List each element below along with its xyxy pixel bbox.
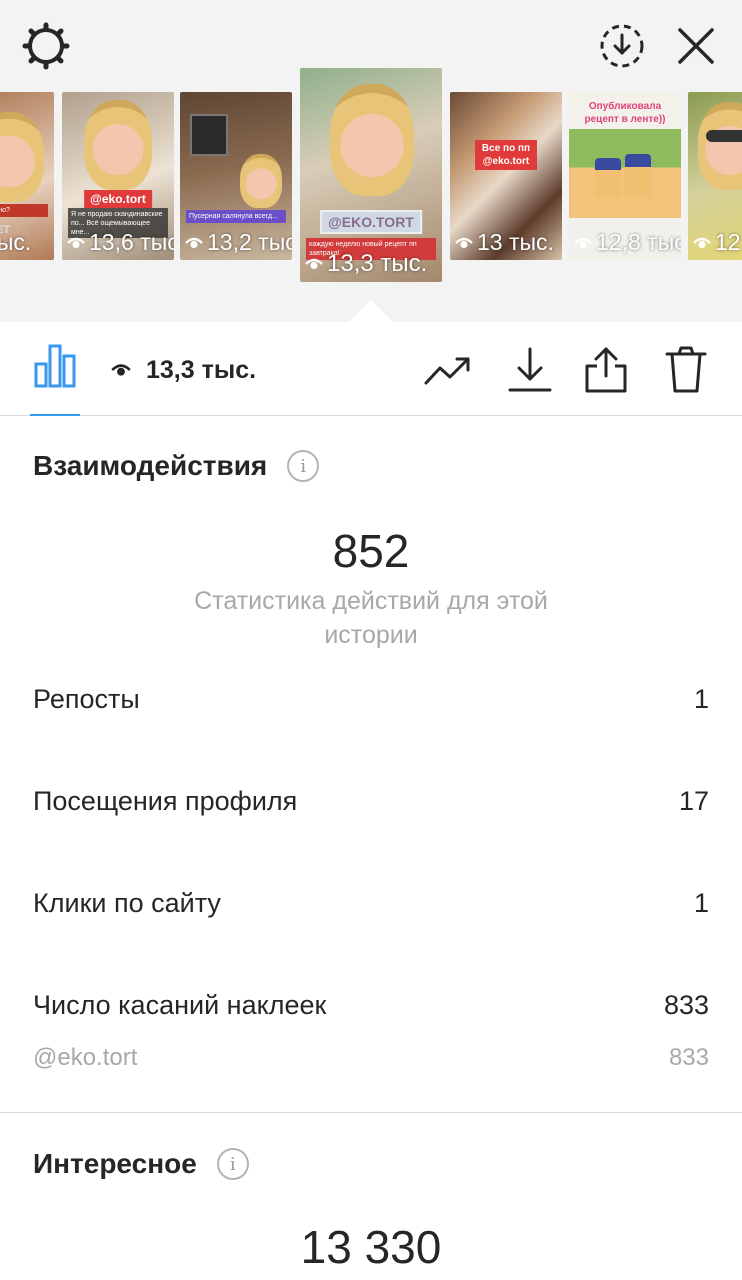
discovery-total: 13 330 xyxy=(300,1221,442,1273)
story-thumbnail[interactable]: Пусерная салянула всегд... 13,2 тыс. xyxy=(180,92,292,260)
save-story-icon[interactable] xyxy=(596,20,648,72)
stat-value: 1 xyxy=(693,888,709,918)
promote-icon xyxy=(424,357,470,385)
story-tag: @eko.tort xyxy=(84,190,152,208)
stat-label: Клики по сайту xyxy=(33,888,221,918)
interactions-caption: Статистика действий для этой истории xyxy=(194,587,548,649)
selected-story-pointer xyxy=(349,300,393,322)
insights-icon xyxy=(34,344,76,388)
story-thumbnail[interactable]: Все по пп @eko.tort 13 тыс. xyxy=(450,92,562,260)
story-thumbnail[interactable]: @eko.tort Я не продаю скандинавские по..… xyxy=(62,92,174,260)
story-caption: завтрак полезно? xyxy=(0,204,48,217)
story-views: 13,2 тыс. xyxy=(184,229,292,256)
eye-icon xyxy=(185,237,203,248)
story-views-count: 3,2 тыс. xyxy=(0,229,32,255)
download-icon xyxy=(508,347,552,392)
stat-row-profile-visits: Посещения профиля 17 xyxy=(33,786,709,817)
story-thumbnail-selected[interactable]: @EKO.TORT каждую неделю новый рецепт пп … xyxy=(300,68,442,282)
stat-value: 1 xyxy=(693,684,709,714)
share-icon xyxy=(585,347,627,393)
story-caption: Пусерная салянула всегд... xyxy=(186,210,286,223)
download-button[interactable] xyxy=(504,344,556,396)
eye-icon xyxy=(455,237,473,248)
story-views: 12,8 тыс. xyxy=(573,229,681,256)
story-views-count: 13 тыс. xyxy=(477,229,554,255)
eye-icon xyxy=(574,237,592,248)
story-tag: @EKO.TORT xyxy=(320,210,422,234)
stat-row-sticker-mention: @eko.tort 833 xyxy=(33,1044,709,1072)
view-count: 13,3 тыс. xyxy=(110,352,256,388)
stat-label: Посещения профиля xyxy=(33,786,298,816)
story-tag: Опубликовала рецепт в ленте)) xyxy=(584,101,666,125)
eye-icon xyxy=(111,364,131,376)
story-views-count: 13,6 тыс. xyxy=(89,229,174,255)
story-views: 13,6 тыс. xyxy=(66,229,174,256)
info-icon[interactable]: i xyxy=(287,450,320,482)
story-toolbar: 13,3 тыс. xyxy=(0,322,742,416)
view-count-value: 13,3 тыс. xyxy=(146,355,257,384)
interactions-title: Взаимодействия xyxy=(33,450,268,481)
story-thumbnail[interactable]: Опубликовала рецепт в ленте)) 12,8 тыс. xyxy=(569,92,681,260)
stat-row-sticker-taps: Число касаний наклеек 833 xyxy=(33,990,709,1021)
story-views: 12 xyxy=(692,229,741,256)
share-button[interactable] xyxy=(580,344,632,396)
eye-icon xyxy=(67,237,85,248)
story-thumbnail[interactable]: завтрак полезно? НЕТ 3,2 тыс. xyxy=(0,92,54,260)
story-tag: Все по пп @eko.tort xyxy=(475,140,537,170)
promote-button[interactable] xyxy=(422,344,474,396)
story-views-count: 13,2 тыс. xyxy=(207,229,292,255)
eye-icon xyxy=(693,237,711,248)
stat-sub-value: 833 xyxy=(668,1044,709,1071)
close-icon[interactable] xyxy=(670,20,722,72)
stat-row-reposts: Репосты 1 xyxy=(33,684,709,715)
active-tab-underline xyxy=(30,414,80,416)
stat-value: 17 xyxy=(678,786,709,816)
tab-insights[interactable] xyxy=(30,342,80,416)
discovery-section-title: Интересное i xyxy=(33,1148,249,1180)
story-views-count: 12 xyxy=(715,229,741,255)
info-icon[interactable]: i xyxy=(216,1148,249,1180)
interactions-total: 852 xyxy=(332,525,410,577)
story-thumbnail[interactable]: 12 xyxy=(688,92,742,260)
stat-label: Число касаний наклеек xyxy=(33,990,327,1020)
stat-row-website-clicks: Клики по сайту 1 xyxy=(33,888,709,919)
eye-icon xyxy=(305,258,323,270)
section-divider xyxy=(0,1112,742,1113)
stat-value: 833 xyxy=(663,990,709,1020)
story-views: 3,2 тыс. xyxy=(0,229,31,256)
stat-label: Репосты xyxy=(33,684,140,714)
gear-icon[interactable] xyxy=(20,20,72,72)
story-views: 13,3 тыс. xyxy=(304,250,427,278)
story-views: 13 тыс. xyxy=(454,229,554,256)
story-views-count: 13,3 тыс. xyxy=(327,250,428,277)
discovery-title: Интересное xyxy=(33,1148,197,1179)
interactions-section-title: Взаимодействия i xyxy=(33,450,320,482)
stat-sub-label: @eko.tort xyxy=(33,1044,138,1071)
delete-button[interactable] xyxy=(660,344,712,396)
trash-icon xyxy=(665,346,707,393)
story-views-count: 12,8 тыс. xyxy=(596,229,681,255)
story-thumbnail-strip: завтрак полезно? НЕТ 3,2 тыс. @eko.tort … xyxy=(0,68,742,298)
story-viewer-header: завтрак полезно? НЕТ 3,2 тыс. @eko.tort … xyxy=(0,0,742,322)
